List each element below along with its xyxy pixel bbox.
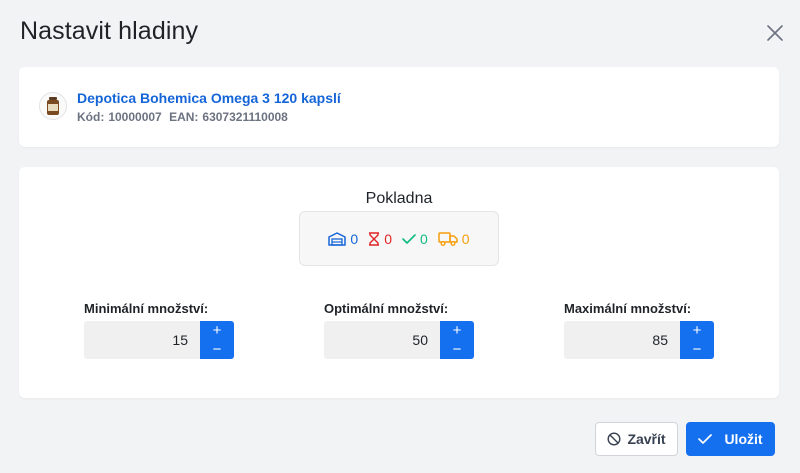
optimal-quantity-stepper: + − [324,321,474,359]
max-quantity-input[interactable] [564,321,680,359]
min-quantity-buttons: + − [200,321,234,359]
stock-warehouse-value: 0 [350,230,359,247]
optimal-decrement-button[interactable]: − [440,340,474,359]
product-thumbnail [39,92,67,120]
ban-icon [607,432,621,446]
stock-available-value: 0 [420,230,428,247]
optimal-quantity-label: Optimální množství: [324,301,449,316]
stock-summary: 0 0 0 0 [299,211,499,266]
max-decrement-button[interactable]: − [680,340,714,359]
min-quantity-input[interactable] [84,321,200,359]
min-increment-button[interactable]: + [200,321,234,340]
stock-incoming-value: 0 [461,230,470,247]
stock-pending: 0 [368,231,392,247]
dialog-title: Nastavit hladiny [20,17,199,45]
max-quantity-stepper: + − [564,321,714,359]
store-name: Pokladna [365,190,433,207]
hourglass-icon [369,231,380,246]
warehouse-icon [328,231,347,246]
check-icon [698,434,713,444]
min-quantity-field: Minimální množství: + − [84,301,234,359]
optimal-quantity-input[interactable] [324,321,440,359]
optimal-quantity-buttons: + − [440,321,474,359]
code-label: Kód: [77,110,105,124]
stock-incoming: 0 [438,231,470,247]
close-button[interactable]: Zavřít [595,422,678,456]
stock-warehouse: 0 [328,231,358,247]
ean-value: 6307321110008 [202,110,288,124]
max-quantity-label: Maximální množství: [564,301,692,316]
optimal-quantity-field: Optimální množství: + − [324,301,474,359]
min-quantity-stepper: + − [84,321,234,359]
product-card: Depotica Bohemica Omega 3 120 kapslí Kód… [19,67,779,147]
save-button-label: Uložit [724,431,763,447]
code-value: 10000007 [108,110,162,124]
close-icon [767,25,783,41]
save-button[interactable]: Uložit [686,422,775,456]
levels-card: Pokladna 0 0 0 0 Minimální množství: 15 … [19,167,779,398]
dialog-header: Nastavit hladiny [0,0,800,66]
set-levels-dialog: Nastavit hladiny Depotica Bohemica Omega… [0,0,800,473]
product-bottle-icon [47,97,59,115]
truck-icon [438,231,458,246]
max-quantity-buttons: + − [680,321,714,359]
ean-label: EAN: [169,110,199,124]
check-icon [402,233,416,244]
close-button-label: Zavřít [627,431,666,447]
min-decrement-button[interactable]: − [200,340,234,359]
stock-available: 0 [402,231,428,247]
min-quantity-label: Minimální množství: [84,301,209,316]
max-quantity-field: Maximální množství: + − [564,301,714,359]
product-codes: Kód: 10000007 EAN: 6307321110008 [77,110,292,124]
stock-pending-value: 0 [384,230,392,247]
product-name-link[interactable]: Depotica Bohemica Omega 3 120 kapslí [77,90,341,106]
optimal-increment-button[interactable]: + [440,321,474,340]
max-increment-button[interactable]: + [680,321,714,340]
close-dialog-button[interactable] [760,18,790,48]
